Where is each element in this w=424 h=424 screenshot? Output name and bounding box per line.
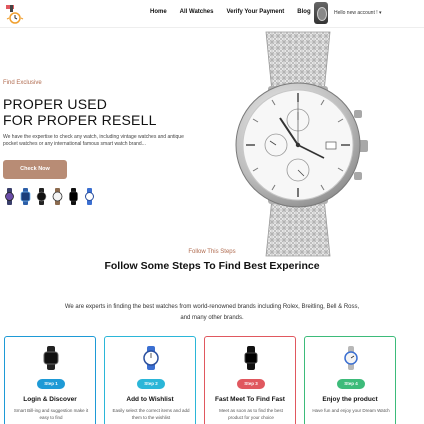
step-description: Easily select the correct items and add … xyxy=(112,408,190,420)
step-badge: Step 2 xyxy=(137,379,165,389)
step-badge: Step 3 xyxy=(237,379,265,389)
black-watch-icon xyxy=(241,346,261,370)
account-menu[interactable]: Hello new account ! ▾ xyxy=(314,2,382,24)
step-card-4[interactable]: Step 4 Enjoy the product Have fun and en… xyxy=(304,336,396,424)
nav-blog[interactable]: Blog xyxy=(297,9,310,15)
watch-thumb-black-smart-icon[interactable] xyxy=(68,188,79,205)
step-description: Have fun and enjoy your Dream Watch xyxy=(312,408,390,413)
account-label[interactable]: Hello new account ! ▾ xyxy=(334,10,382,16)
watch-thumb-purple-icon[interactable] xyxy=(4,188,15,205)
check-now-button[interactable]: Check Now xyxy=(3,160,67,179)
hero-title-line2: FOR PROPER RESELL xyxy=(3,112,157,128)
step-title: Login & Discover xyxy=(23,396,77,403)
blue-watch-icon xyxy=(141,346,161,370)
avatar[interactable] xyxy=(314,2,328,24)
step-badge: Step 1 xyxy=(37,379,65,389)
hero-title: PROPER USED FOR PROPER RESELL xyxy=(3,96,157,128)
watch-thumb-smart-blue-icon[interactable] xyxy=(20,188,31,205)
brand-logo-icon[interactable] xyxy=(4,3,26,25)
watch-thumbnails xyxy=(4,188,95,205)
watch-thumb-white-dial-icon[interactable] xyxy=(52,188,63,205)
step-card-3[interactable]: Step 3 Fast Meet To Find Fast Meet as so… xyxy=(204,336,296,424)
step-description: Smart Bill-ing and suggestion make it ea… xyxy=(13,408,89,420)
step-card-1[interactable]: Step 1 Login & Discover Smart Bill-ing a… xyxy=(4,336,96,424)
nav-home[interactable]: Home xyxy=(150,9,167,15)
steps-title: Follow Some Steps To Find Best Experince xyxy=(104,260,320,272)
step-title: Fast Meet To Find Fast xyxy=(215,396,285,403)
hero-watch-image-icon xyxy=(218,30,378,258)
steps-eyebrow: Follow This Steps xyxy=(188,249,236,255)
hero-eyebrow: Find Exclusive xyxy=(3,80,42,86)
step-badge: Step 4 xyxy=(337,379,365,389)
smartwatch-icon xyxy=(41,346,61,370)
step-card-2[interactable]: Step 2 Add to Wishlist Easily select the… xyxy=(104,336,196,424)
silver-watch-icon xyxy=(341,346,361,370)
watch-thumb-blue-sport-icon[interactable] xyxy=(84,188,95,205)
nav-verify-payment[interactable]: Verify Your Payment xyxy=(226,9,284,15)
nav-all-watches[interactable]: All Watches xyxy=(180,9,214,15)
steps-description: We are experts in finding the best watch… xyxy=(64,304,360,321)
hero-title-line1: PROPER USED xyxy=(3,96,108,112)
main-nav: Home All Watches Verify Your Payment Blo… xyxy=(150,9,311,15)
site-header: Home All Watches Verify Your Payment Blo… xyxy=(0,0,424,28)
watch-thumb-black-dial-icon[interactable] xyxy=(36,188,47,205)
step-title: Enjoy the product xyxy=(322,396,378,403)
step-title: Add to Wishlist xyxy=(126,396,174,403)
step-description: Meet as soon as to find the best product… xyxy=(219,408,283,420)
hero-description: We have the expertise to check any watch… xyxy=(3,134,184,147)
